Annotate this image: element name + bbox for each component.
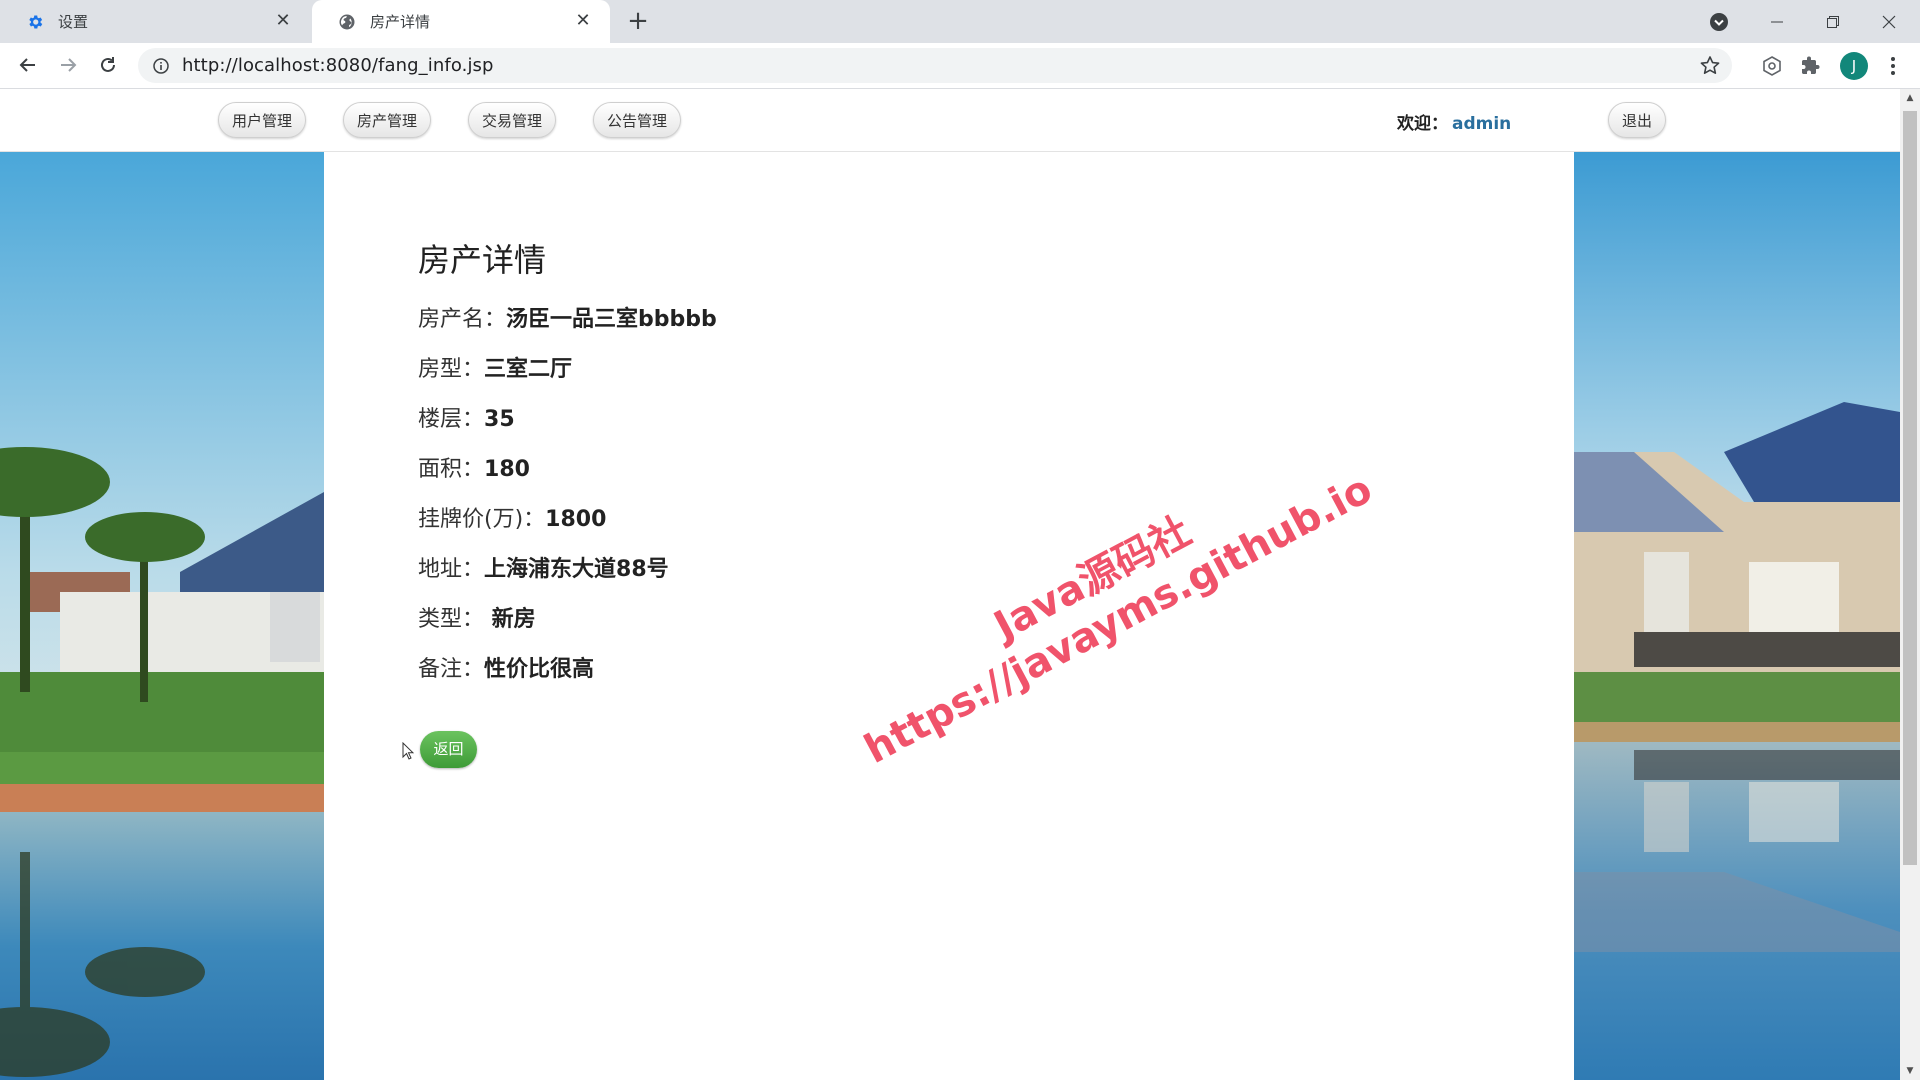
field-type: 类型： 新房 bbox=[418, 601, 536, 633]
field-floor: 楼层：35 bbox=[418, 401, 515, 433]
extension-icon[interactable] bbox=[1759, 53, 1785, 79]
field-value: 180 bbox=[484, 457, 530, 482]
page-scrollbar[interactable]: ▲ ▼ bbox=[1900, 89, 1920, 1080]
bookmark-star-icon[interactable] bbox=[1698, 54, 1722, 78]
field-label: 地址： bbox=[418, 557, 485, 582]
browser-toolbar: http://localhost:8080/fang_info.jsp J bbox=[0, 43, 1920, 89]
menu-transaction-management[interactable]: 交易管理 bbox=[468, 102, 556, 138]
field-value: 性价比很高 bbox=[484, 657, 595, 682]
background-image-right bbox=[1574, 152, 1900, 1080]
scroll-up-arrow-icon[interactable]: ▲ bbox=[1900, 89, 1920, 107]
field-property-name: 房产名：汤臣一品三室bbbbb bbox=[418, 301, 717, 333]
username[interactable]: admin bbox=[1452, 114, 1511, 134]
reload-icon[interactable] bbox=[92, 49, 124, 81]
tab-search-icon[interactable] bbox=[1708, 11, 1730, 33]
close-icon[interactable]: ✕ bbox=[572, 10, 594, 32]
field-value: 新房 bbox=[484, 607, 536, 632]
field-layout: 房型：三室二厅 bbox=[418, 351, 572, 383]
logout-button[interactable]: 退出 bbox=[1608, 102, 1666, 138]
field-remarks: 备注：性价比很高 bbox=[418, 651, 594, 683]
back-arrow-icon[interactable] bbox=[12, 49, 44, 81]
menu-property-management[interactable]: 房产管理 bbox=[343, 102, 431, 138]
minimize-icon[interactable] bbox=[1749, 0, 1805, 43]
tab-fang-info[interactable]: 房产详情 ✕ bbox=[312, 0, 610, 43]
field-value: 三室二厅 bbox=[484, 357, 573, 382]
more-menu-icon[interactable] bbox=[1880, 53, 1906, 79]
back-button[interactable]: 返回 bbox=[420, 731, 477, 768]
field-label: 房产名： bbox=[418, 307, 507, 332]
watermark-line1: Java源码社 bbox=[987, 508, 1199, 650]
field-value: 35 bbox=[484, 407, 515, 432]
forward-arrow-icon[interactable] bbox=[52, 49, 84, 81]
field-area: 面积：180 bbox=[418, 451, 530, 483]
restore-icon[interactable] bbox=[1805, 0, 1861, 43]
address-bar[interactable]: http://localhost:8080/fang_info.jsp bbox=[138, 48, 1732, 83]
field-label: 备注： bbox=[418, 657, 485, 682]
field-address: 地址：上海浦东大道88号 bbox=[418, 551, 669, 583]
tab-settings[interactable]: 设置 ✕ bbox=[0, 0, 310, 43]
page-title: 房产详情 bbox=[418, 241, 547, 280]
url-text[interactable]: http://localhost:8080/fang_info.jsp bbox=[182, 55, 494, 76]
menu-notice-management[interactable]: 公告管理 bbox=[593, 102, 681, 138]
mouse-cursor-icon bbox=[402, 742, 414, 760]
field-label: 类型： bbox=[418, 607, 485, 632]
welcome-text: 欢迎： admin bbox=[1397, 109, 1511, 134]
window-close-icon[interactable] bbox=[1861, 0, 1917, 43]
info-icon[interactable] bbox=[150, 55, 172, 77]
page-viewport: 用户管理 房产管理 交易管理 公告管理 欢迎： admin 退出 房产详情 房产… bbox=[0, 89, 1900, 1080]
site-header: 用户管理 房产管理 交易管理 公告管理 欢迎： admin 退出 bbox=[0, 89, 1900, 152]
tab-title: 设置 bbox=[58, 13, 89, 31]
watermark: Java源码社 https://javayms.github.io bbox=[834, 426, 1380, 774]
puzzle-icon[interactable] bbox=[1799, 53, 1825, 79]
close-icon[interactable]: ✕ bbox=[272, 10, 294, 32]
field-listing-price: 挂牌价(万)：1800 bbox=[418, 501, 606, 533]
field-label: 房型： bbox=[418, 357, 485, 382]
scroll-down-arrow-icon[interactable]: ▼ bbox=[1900, 1062, 1920, 1080]
tab-strip: 设置 ✕ 房产详情 ✕ + bbox=[0, 0, 1920, 43]
field-label: 挂牌价(万)： bbox=[418, 507, 546, 532]
profile-avatar[interactable]: J bbox=[1840, 52, 1868, 80]
field-label: 面积： bbox=[418, 457, 485, 482]
detail-panel: 房产详情 房产名：汤臣一品三室bbbbb 房型：三室二厅 楼层：35 面积：18… bbox=[324, 152, 1574, 1080]
field-value: 上海浦东大道88号 bbox=[484, 557, 669, 582]
menu-user-management[interactable]: 用户管理 bbox=[218, 102, 306, 138]
new-tab-button[interactable]: + bbox=[622, 6, 654, 38]
welcome-label: 欢迎： bbox=[1397, 114, 1448, 134]
field-value: 1800 bbox=[545, 507, 607, 532]
scrollbar-thumb[interactable] bbox=[1903, 111, 1917, 865]
tab-title: 房产详情 bbox=[370, 13, 431, 31]
globe-icon bbox=[337, 12, 357, 32]
field-label: 楼层： bbox=[418, 407, 485, 432]
gear-icon bbox=[25, 12, 45, 32]
field-value: 汤臣一品三室bbbbb bbox=[506, 307, 717, 332]
background-image-left bbox=[0, 152, 324, 1080]
watermark-line2: https://javayms.github.io bbox=[857, 466, 1380, 773]
